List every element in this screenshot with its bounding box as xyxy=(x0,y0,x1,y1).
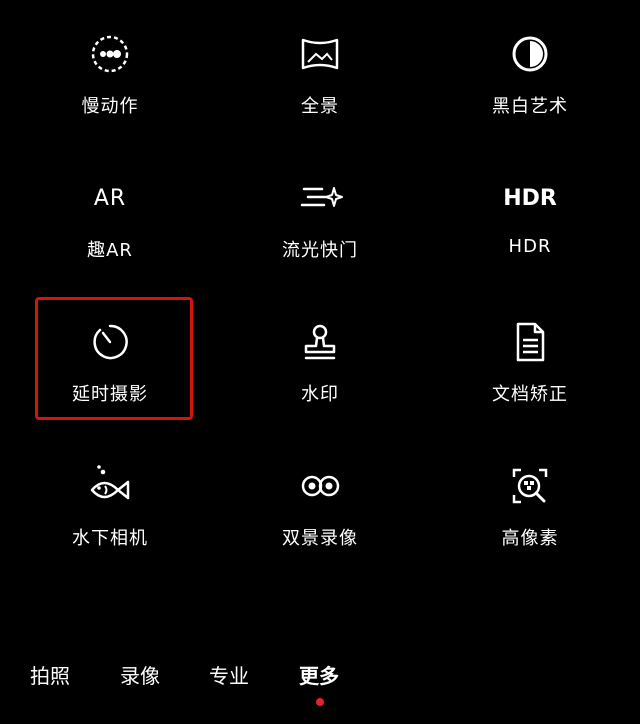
tab-video[interactable]: 录像 xyxy=(120,660,160,689)
tab-more[interactable]: 更多 xyxy=(299,660,339,689)
mode-label: 高像素 xyxy=(501,528,559,549)
mode-label: 趣AR xyxy=(87,240,133,261)
mode-label: HDR xyxy=(508,236,552,257)
mode-label: 双景录像 xyxy=(282,528,358,549)
panorama-icon xyxy=(298,32,342,76)
mode-label: 慢动作 xyxy=(81,96,139,117)
document-icon xyxy=(508,320,552,364)
mode-light-trails[interactable]: 流光快门 xyxy=(240,176,400,286)
mode-hdr[interactable]: HDR HDR xyxy=(450,176,610,286)
mode-panorama[interactable]: 全景 xyxy=(240,32,400,142)
dual-view-icon xyxy=(298,464,342,508)
mode-label: 水下相机 xyxy=(72,528,148,549)
hdr-icon: HDR xyxy=(503,185,557,211)
mode-watermark[interactable]: 水印 xyxy=(240,320,400,430)
mode-dual-view[interactable]: 双景录像 xyxy=(240,464,400,574)
light-trails-icon xyxy=(298,176,343,220)
tab-pro[interactable]: 专业 xyxy=(209,660,249,689)
mode-document-correction[interactable]: 文档矫正 xyxy=(450,320,610,430)
mode-label: 流光快门 xyxy=(282,240,358,261)
slow-motion-icon xyxy=(88,32,132,76)
high-res-icon xyxy=(508,464,552,508)
fish-icon xyxy=(88,464,132,508)
mode-tab-bar: 拍照 录像 专业 更多 xyxy=(0,660,640,700)
stamp-icon xyxy=(298,320,342,364)
mode-label: 水印 xyxy=(301,384,339,405)
mode-black-white-art[interactable]: 黑白艺术 xyxy=(450,32,610,142)
tab-photo[interactable]: 拍照 xyxy=(30,660,70,689)
active-tab-indicator xyxy=(316,698,324,706)
mode-label: 文档矫正 xyxy=(492,384,568,405)
selection-highlight xyxy=(35,297,193,420)
ar-icon: AR xyxy=(93,185,127,211)
black-white-icon xyxy=(508,32,552,76)
mode-label: 黑白艺术 xyxy=(492,96,568,117)
mode-label: 全景 xyxy=(301,96,339,117)
mode-high-resolution[interactable]: 高像素 xyxy=(450,464,610,574)
mode-underwater[interactable]: 水下相机 xyxy=(30,464,190,574)
mode-slow-motion[interactable]: 慢动作 xyxy=(30,32,190,142)
mode-fun-ar[interactable]: AR 趣AR xyxy=(30,176,190,286)
